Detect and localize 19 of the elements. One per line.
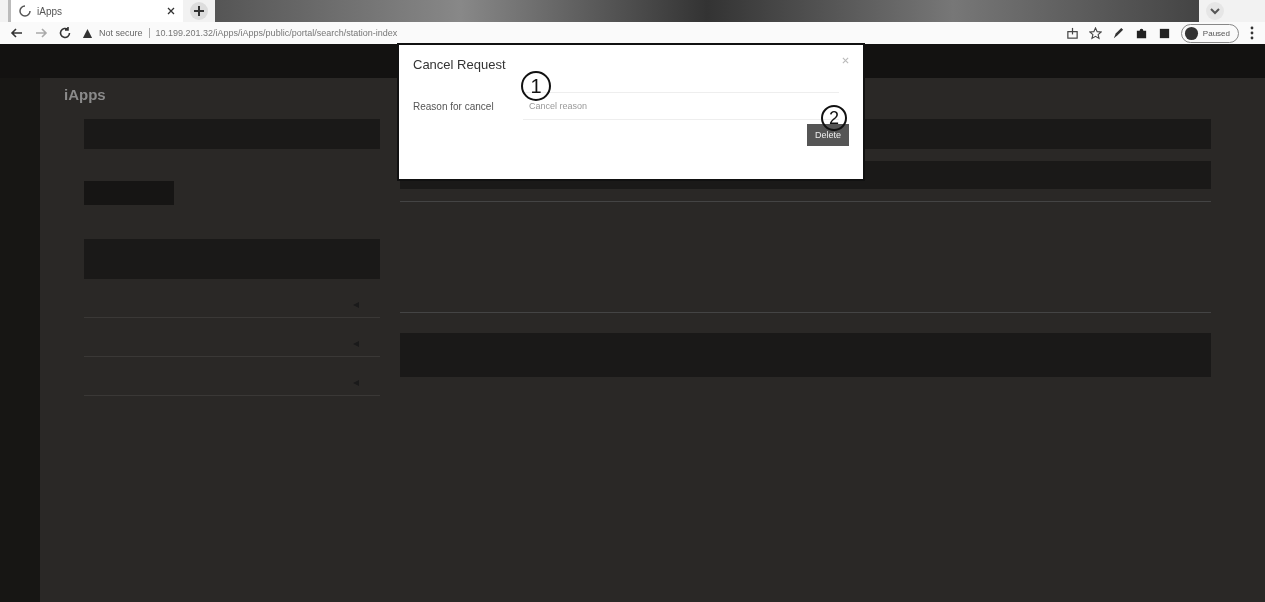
- browser-tab[interactable]: iApps: [8, 0, 183, 22]
- warning-icon: [82, 27, 93, 39]
- globe-icon: [1183, 25, 1199, 41]
- close-icon[interactable]: [167, 7, 175, 15]
- more-icon[interactable]: [1249, 26, 1255, 40]
- reload-icon[interactable]: [58, 26, 72, 40]
- share-icon[interactable]: [1065, 26, 1079, 40]
- delete-button[interactable]: Delete: [807, 124, 849, 146]
- address-bar[interactable]: Not secure 10.199.201.32/iApps/iApps/public/portal/search/station-index: [82, 27, 1056, 39]
- chevron-down-icon[interactable]: [1205, 1, 1225, 21]
- annotation-number: 1: [521, 71, 551, 101]
- pen-icon[interactable]: [1111, 26, 1125, 40]
- star-icon[interactable]: [1088, 26, 1102, 40]
- annotation-number: 2: [821, 105, 847, 131]
- field-label: Reason for cancel: [413, 100, 495, 112]
- spinner-icon: [19, 5, 31, 17]
- dialog-title: Cancel Request: [413, 57, 506, 72]
- new-tab-icon[interactable]: [189, 1, 209, 21]
- back-icon[interactable]: [10, 26, 24, 40]
